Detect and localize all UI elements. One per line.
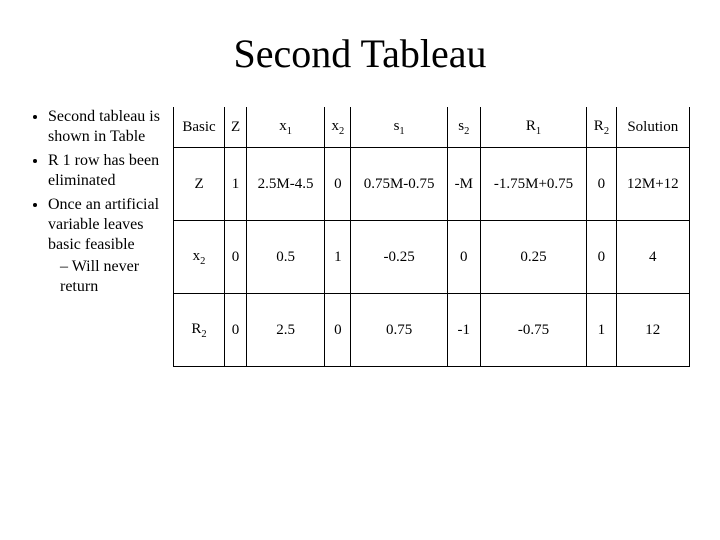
cell: 1 bbox=[225, 148, 247, 221]
tableau-table: Basic Z x1 x2 s1 s2 R1 R2 Solution Z 1 bbox=[173, 107, 690, 367]
cell: 0 bbox=[225, 294, 247, 367]
cell: 12 bbox=[616, 294, 689, 367]
cell: 1 bbox=[587, 294, 616, 367]
cell: 12M+12 bbox=[616, 148, 689, 221]
bullet-text: Once an artificial variable leaves basic… bbox=[48, 196, 159, 253]
cell: -1 bbox=[447, 294, 480, 367]
cell: -0.75 bbox=[480, 294, 587, 367]
cell: 0.75M-0.75 bbox=[351, 148, 447, 221]
cell: 0.5 bbox=[246, 221, 324, 294]
cell: 2.5 bbox=[246, 294, 324, 367]
bullet-item: R 1 row has been eliminated bbox=[48, 151, 165, 191]
cell: 0 bbox=[225, 221, 247, 294]
col-x1: x1 bbox=[246, 107, 324, 148]
cell: -1.75M+0.75 bbox=[480, 148, 587, 221]
cell: R2 bbox=[174, 294, 225, 367]
col-z: Z bbox=[225, 107, 247, 148]
col-r1: R1 bbox=[480, 107, 587, 148]
table-container: Basic Z x1 x2 s1 s2 R1 R2 Solution Z 1 bbox=[173, 107, 690, 367]
cell: 0 bbox=[325, 148, 351, 221]
cell: 0.25 bbox=[480, 221, 587, 294]
sub-bullet-item: Will never return bbox=[60, 257, 165, 297]
cell: 1 bbox=[325, 221, 351, 294]
bullet-item: Once an artificial variable leaves basic… bbox=[48, 195, 165, 297]
cell: 4 bbox=[616, 221, 689, 294]
col-x2: x2 bbox=[325, 107, 351, 148]
cell: 2.5M-4.5 bbox=[246, 148, 324, 221]
cell: -0.25 bbox=[351, 221, 447, 294]
col-s1: s1 bbox=[351, 107, 447, 148]
bullet-item: Second tableau is shown in Table bbox=[48, 107, 165, 147]
col-r2: R2 bbox=[587, 107, 616, 148]
cell: x2 bbox=[174, 221, 225, 294]
table-row: x2 0 0.5 1 -0.25 0 0.25 0 4 bbox=[174, 221, 690, 294]
slide: Second Tableau Second tableau is shown i… bbox=[0, 0, 720, 540]
cell: Z bbox=[174, 148, 225, 221]
cell: 0 bbox=[587, 221, 616, 294]
col-s2: s2 bbox=[447, 107, 480, 148]
cell: 0 bbox=[587, 148, 616, 221]
col-basic: Basic bbox=[174, 107, 225, 148]
col-solution: Solution bbox=[616, 107, 689, 148]
table-row: R2 0 2.5 0 0.75 -1 -0.75 1 12 bbox=[174, 294, 690, 367]
cell: 0.75 bbox=[351, 294, 447, 367]
slide-body: Second tableau is shown in Table R 1 row… bbox=[30, 107, 690, 367]
table-header-row: Basic Z x1 x2 s1 s2 R1 R2 Solution bbox=[174, 107, 690, 148]
table-row: Z 1 2.5M-4.5 0 0.75M-0.75 -M -1.75M+0.75… bbox=[174, 148, 690, 221]
page-title: Second Tableau bbox=[30, 30, 690, 77]
cell: 0 bbox=[447, 221, 480, 294]
cell: 0 bbox=[325, 294, 351, 367]
bullet-list: Second tableau is shown in Table R 1 row… bbox=[30, 107, 173, 301]
cell: -M bbox=[447, 148, 480, 221]
